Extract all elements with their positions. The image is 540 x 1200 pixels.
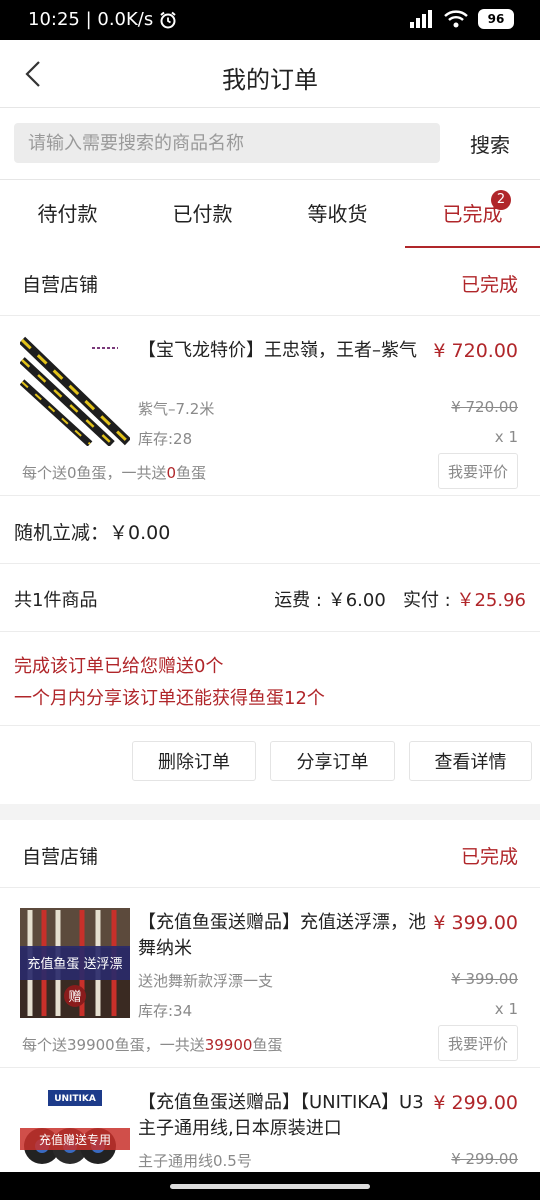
product-image-caption: 充值赠送专用 (39, 1132, 111, 1147)
product-original-price: ¥ 399.00 (451, 970, 518, 988)
gift-stamp-text: 赠 (68, 990, 81, 1005)
search-bar: 搜索 (0, 108, 540, 180)
product-spec: 紫气–7.2米 (138, 400, 215, 418)
gift-info-suffix: 鱼蛋 (252, 1036, 283, 1054)
count-badge: 2 (491, 190, 511, 210)
order-item[interactable]: UNITIKA 充值赠送专用 【充值鱼蛋送赠品】【UNITIKA】U3主子通用线… (0, 1068, 540, 1198)
paid-label: 实付 : (402, 590, 457, 611)
wifi-icon (444, 10, 468, 28)
gift-total: 39900 (204, 1036, 253, 1054)
order-card: 自营店铺 已完成 充值鱼蛋 送浮漂 赠 【充值鱼蛋送赠品】充值送浮漂，池舞纳米 … (0, 820, 540, 1198)
shop-header: 自营店铺 已完成 (0, 248, 540, 316)
product-stock: 库存:34 (138, 1002, 193, 1020)
share-order-button[interactable]: 分享订单 (270, 741, 395, 781)
home-indicator[interactable] (170, 1184, 370, 1189)
order-status: 已完成 (460, 846, 518, 868)
product-stock: 库存:28 (138, 430, 193, 448)
order-status: 已完成 (460, 274, 518, 296)
product-original-price: ¥ 720.00 (451, 398, 518, 416)
payment-summary: 运费 : ￥6.00 实付 : ￥25.96 (274, 586, 526, 612)
gift-info-suffix: 鱼蛋 (176, 464, 207, 482)
order-item[interactable]: 充值鱼蛋 送浮漂 赠 【充值鱼蛋送赠品】充值送浮漂，池舞纳米 ¥ 399.00 … (0, 888, 540, 1068)
shop-header: 自营店铺 已完成 (0, 820, 540, 888)
reward-notice-line-2: 一个月内分享该订单还能获得鱼蛋12个 (14, 688, 325, 709)
item-count: 共1件商品 (14, 590, 98, 611)
page-title: 我的订单 (222, 66, 318, 94)
order-summary: 共1件商品 运费 : ￥6.00 实付 : ￥25.96 (0, 564, 540, 632)
product-quantity: x 1 (494, 428, 518, 446)
shop-name: 自营店铺 (22, 846, 99, 868)
product-image-caption: 充值鱼蛋 送浮漂 (27, 956, 122, 972)
review-button[interactable]: 我要评价 (438, 1025, 518, 1061)
alarm-icon (160, 11, 176, 28)
page-header: 我的订单 (0, 40, 540, 108)
gift-total: 0 (166, 464, 177, 482)
section-divider (0, 804, 540, 820)
product-price: ¥ 720.00 (433, 340, 518, 362)
product-original-price: ¥ 299.00 (451, 1150, 518, 1168)
product-title: 【充值鱼蛋送赠品】【UNITIKA】U3主子通用线,日本原装进口 (138, 1092, 424, 1139)
tab-completed[interactable]: 已完成 2 (405, 180, 540, 248)
product-price: ¥ 399.00 (433, 912, 518, 934)
gift-info-prefix: 每个送39900鱼蛋，一共送 (22, 1036, 205, 1054)
shop-name: 自营店铺 (22, 274, 99, 296)
gesture-nav-bar (0, 1172, 540, 1200)
product-image-brand: UNITIKA (54, 1094, 96, 1104)
product-quantity: x 1 (494, 1000, 518, 1018)
product-spec: 送池舞新款浮漂一支 (138, 972, 274, 990)
product-title: 【宝飞龙特价】王忠嶺，王者–紫气 (138, 340, 417, 361)
search-button[interactable]: 搜索 (448, 123, 532, 163)
view-details-button[interactable]: 查看详情 (409, 741, 532, 781)
order-item[interactable]: 【宝飞龙特价】王忠嶺，王者–紫气 ¥ 720.00 紫气–7.2米 ¥ 720.… (0, 316, 540, 496)
gift-info: 每个送0鱼蛋，一共送0鱼蛋 (22, 462, 206, 483)
review-button[interactable]: 我要评价 (438, 453, 518, 489)
product-price: ¥ 299.00 (433, 1092, 518, 1114)
shipping-fee: 运费 : ￥6.00 (274, 590, 386, 611)
status-bar: 10:25 | 0.0K/s 96 (0, 0, 540, 40)
status-time-speed: 10:25 | 0.0K/s (28, 9, 154, 30)
search-input[interactable] (14, 123, 440, 163)
order-status-tabs: 待付款 已付款 等收货 已完成 2 (0, 180, 540, 248)
discount-row: 随机立减：￥0.00 (0, 496, 540, 564)
reward-notice: 完成该订单已给您赠送0个 一个月内分享该订单还能获得鱼蛋12个 (0, 632, 540, 726)
product-image-fishing-rod (20, 336, 130, 446)
delete-order-button[interactable]: 删除订单 (132, 741, 256, 781)
reward-notice-line-1: 完成该订单已给您赠送0个 (14, 656, 224, 677)
signal-icon (410, 10, 432, 28)
tab-paid[interactable]: 已付款 (135, 180, 270, 248)
product-image-floats: 充值鱼蛋 送浮漂 赠 (20, 908, 130, 1018)
random-discount: 随机立减：￥0.00 (14, 522, 171, 544)
product-spec: 主子通用线0.5号 (138, 1152, 252, 1170)
order-list-screen: 10:25 | 0.0K/s 96 我的订单 搜索 待付款 已付款 等收货 已完… (0, 0, 540, 1200)
product-title: 【充值鱼蛋送赠品】充值送浮漂，池舞纳米 (138, 912, 426, 959)
gift-info: 每个送39900鱼蛋，一共送39900鱼蛋 (22, 1034, 282, 1055)
battery-icon: 96 (478, 9, 514, 29)
gift-info-prefix: 每个送0鱼蛋，一共送 (22, 464, 167, 482)
tab-pending-payment[interactable]: 待付款 (0, 180, 135, 248)
order-actions: 删除订单 分享订单 查看详情 (0, 726, 540, 796)
tab-awaiting-receipt[interactable]: 等收货 (270, 180, 405, 248)
order-card: 自营店铺 已完成 【宝飞龙特价】王忠嶺，王者–紫气 ¥ 720.00 紫气–7.… (0, 248, 540, 804)
paid-amount: ￥25.96 (456, 590, 526, 611)
